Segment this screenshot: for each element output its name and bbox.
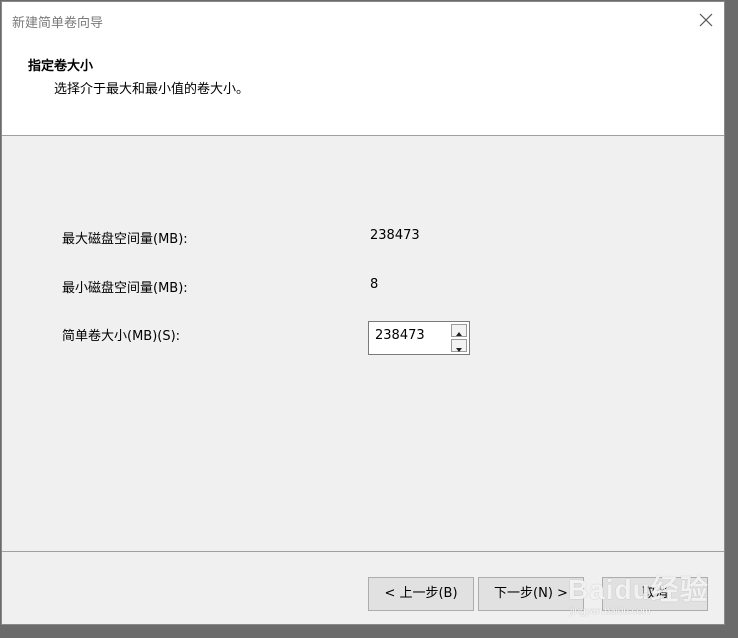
title-bar: 新建简单卷向导 (2, 2, 724, 38)
min-space-value: 8 (370, 277, 379, 292)
stepper-down-button[interactable] (451, 339, 467, 352)
max-space-value: 238473 (370, 228, 420, 243)
page-title: 指定卷大小 (28, 59, 94, 74)
close-button[interactable] (694, 8, 718, 32)
next-button[interactable]: 下一步(N) > (478, 577, 584, 611)
volume-size-label: 简单卷大小(MB)(S): (62, 329, 181, 344)
stepper-up-button[interactable] (451, 324, 467, 337)
back-button[interactable]: < 上一步(B) (368, 577, 474, 611)
page-subtitle: 选择介于最大和最小值的卷大小。 (54, 82, 250, 97)
wizard-content: 最大磁盘空间量(MB): 238473 最小磁盘空间量(MB): 8 简单卷大小… (2, 136, 724, 552)
wizard-window: 新建简单卷向导 指定卷大小 选择介于最大和最小值的卷大小。 最大磁盘空间量(MB… (1, 1, 725, 625)
wizard-header: 指定卷大小 选择介于最大和最小值的卷大小。 (2, 38, 724, 136)
arrow-down-icon (456, 348, 462, 352)
volume-size-input[interactable] (369, 322, 447, 354)
window-title: 新建简单卷向导 (12, 16, 104, 31)
cancel-button[interactable]: 取消 (602, 577, 708, 611)
min-space-label: 最小磁盘空间量(MB): (62, 281, 188, 296)
close-icon (699, 13, 713, 27)
wizard-footer: < 上一步(B) 下一步(N) > 取消 (2, 552, 724, 624)
stepper-buttons (451, 324, 467, 352)
volume-size-stepper[interactable] (368, 321, 470, 355)
max-space-label: 最大磁盘空间量(MB): (62, 232, 188, 247)
